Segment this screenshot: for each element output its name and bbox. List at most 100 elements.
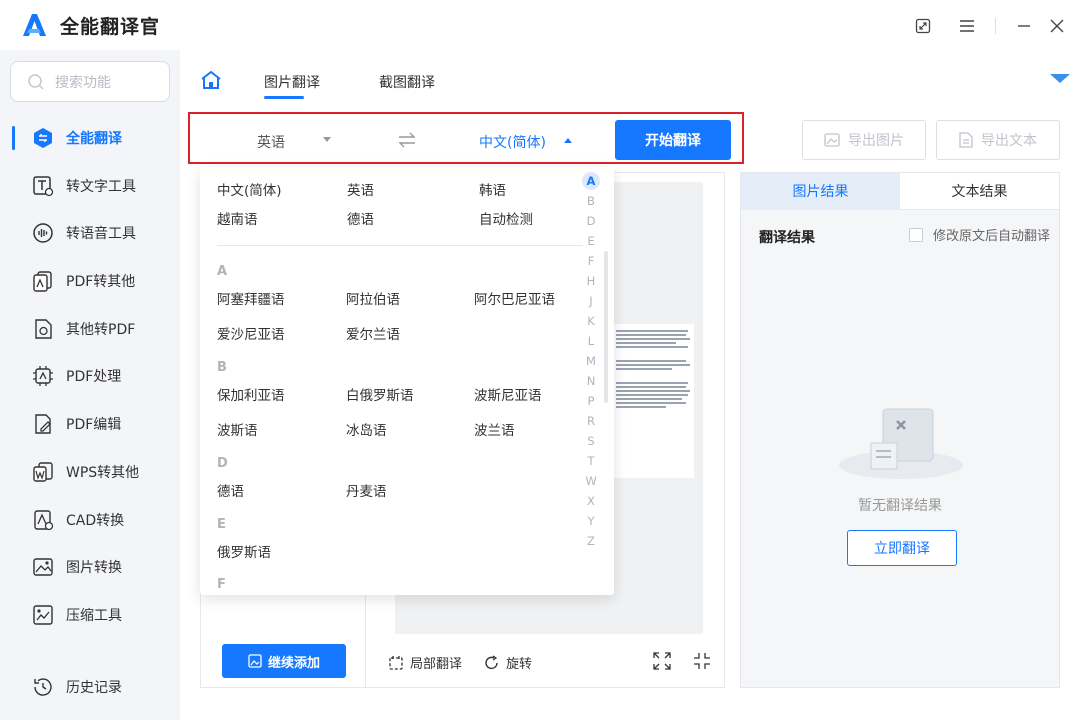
language-option[interactable]: 德语 xyxy=(347,208,374,228)
group-header-a: A xyxy=(217,264,228,279)
sidebar-item-label: 历史记录 xyxy=(66,680,122,696)
language-option[interactable]: 冰岛语 xyxy=(346,419,387,439)
language-option[interactable]: 韩语 xyxy=(479,179,506,199)
alphabet-index-item[interactable]: S xyxy=(582,432,600,450)
brand: 全能翻译官 xyxy=(20,11,160,39)
image-convert-icon xyxy=(32,556,54,578)
tab-screenshot-translate[interactable]: 截图翻译 xyxy=(379,72,435,92)
sidebar-item-label: PDF处理 xyxy=(66,369,122,385)
export-image-button[interactable]: 导出图片 xyxy=(802,120,926,160)
pdf-edit-icon xyxy=(32,413,54,435)
alphabet-index-item[interactable]: P xyxy=(582,392,600,410)
export-text-button[interactable]: 导出文本 xyxy=(936,120,1060,160)
language-option[interactable]: 白俄罗斯语 xyxy=(346,384,414,404)
export-image-label: 导出图片 xyxy=(848,133,904,149)
tab-text-result[interactable]: 文本结果 xyxy=(900,173,1059,210)
alphabet-index-item[interactable]: L xyxy=(582,332,600,350)
alphabet-index-item[interactable]: T xyxy=(582,452,600,470)
sidebar-item-label: 转文字工具 xyxy=(66,179,136,195)
group-header-f: F xyxy=(217,577,226,592)
alphabet-index-item[interactable]: E xyxy=(582,232,600,250)
tab-image-result[interactable]: 图片结果 xyxy=(741,173,900,210)
alphabet-index-item[interactable]: Y xyxy=(582,512,600,530)
source-language-select[interactable]: 英语 xyxy=(257,132,331,152)
language-option[interactable]: 俄罗斯语 xyxy=(217,541,271,561)
divider xyxy=(217,245,583,246)
language-option[interactable]: 丹麦语 xyxy=(346,480,387,500)
alphabet-index-item[interactable]: R xyxy=(582,412,600,430)
language-option[interactable]: 阿塞拜疆语 xyxy=(217,288,285,308)
minimize-icon[interactable] xyxy=(1012,14,1036,38)
rotate-icon xyxy=(485,654,498,669)
sidebar-item-pdf-process[interactable]: PDF处理 xyxy=(0,356,180,396)
sidebar-item-pdf-edit[interactable]: PDF编辑 xyxy=(0,404,180,444)
sidebar-item-wps[interactable]: WPS转其他 xyxy=(0,452,180,492)
alphabet-index-item[interactable]: D xyxy=(582,212,600,230)
language-option[interactable]: 阿拉伯语 xyxy=(346,288,400,308)
alphabet-index-item[interactable]: A xyxy=(582,172,600,190)
pdf-process-icon xyxy=(32,365,54,387)
dropdown-scrollbar[interactable] xyxy=(604,251,608,403)
language-option[interactable]: 爱沙尼亚语 xyxy=(217,323,285,343)
language-option[interactable]: 德语 xyxy=(217,480,244,500)
menu-icon[interactable] xyxy=(955,14,979,38)
language-option[interactable]: 波斯语 xyxy=(217,419,258,439)
alphabet-index-item[interactable]: J xyxy=(582,292,600,310)
minimize-to-tray-icon[interactable] xyxy=(911,14,935,38)
sidebar-item-compress[interactable]: 压缩工具 xyxy=(0,595,180,635)
alphabet-index-item[interactable]: K xyxy=(582,312,600,330)
language-option[interactable]: 波斯尼亚语 xyxy=(474,384,542,404)
language-option[interactable]: 英语 xyxy=(347,179,374,199)
close-icon[interactable] xyxy=(1045,14,1069,38)
alphabet-index-item[interactable]: M xyxy=(582,352,600,370)
checkbox-box[interactable] xyxy=(909,227,923,242)
alphabet-index-item[interactable]: X xyxy=(582,492,600,510)
language-dropdown: 中文(简体) 英语 韩语 越南语 德语 自动检测 A 阿塞拜疆语 阿拉伯语 阿尔… xyxy=(200,167,614,595)
alphabet-index-item[interactable]: F xyxy=(582,252,600,270)
sidebar-item-label: WPS转其他 xyxy=(66,465,140,481)
sidebar-item-translate[interactable]: 全能翻译 xyxy=(0,118,180,158)
swap-languages-icon[interactable] xyxy=(398,132,416,148)
language-option[interactable]: 越南语 xyxy=(217,208,258,228)
tab-image-translate[interactable]: 图片翻译 xyxy=(264,72,320,92)
sidebar-item-voice[interactable]: 转语音工具 xyxy=(0,213,180,253)
group-header-e: E xyxy=(217,517,226,532)
language-option[interactable]: 波兰语 xyxy=(474,419,515,439)
sidebar-item-history[interactable]: 历史记录 xyxy=(0,667,180,707)
language-option[interactable]: 中文(简体) xyxy=(217,179,282,199)
sidebar-item-image-convert[interactable]: 图片转换 xyxy=(0,547,180,587)
rotate-button[interactable]: 旋转 xyxy=(484,653,532,672)
alphabet-index-item[interactable]: W xyxy=(582,472,600,490)
alphabet-index-item[interactable]: B xyxy=(582,192,600,210)
tab-underline xyxy=(264,96,304,99)
target-language-select[interactable]: 中文(简体) xyxy=(479,132,572,152)
partial-translate-button[interactable]: 局部翻译 xyxy=(388,653,462,672)
start-translate-button[interactable]: 开始翻译 xyxy=(615,120,731,160)
image-icon xyxy=(824,133,840,147)
alphabet-index-item[interactable]: N xyxy=(582,372,600,390)
shrink-icon[interactable] xyxy=(692,651,712,671)
sidebar-item-to-pdf[interactable]: 其他转PDF xyxy=(0,309,180,349)
collapse-triangle-icon[interactable] xyxy=(1050,74,1070,83)
alphabet-index-item[interactable]: Z xyxy=(582,532,600,550)
add-more-button[interactable]: 继续添加 xyxy=(222,644,346,678)
sidebar-item-pdf-export[interactable]: PDF转其他 xyxy=(0,261,180,301)
sidebar: 搜索功能 全能翻译 转文字工具 转语音工具 PDF转其他 其他转PDF PDF处… xyxy=(0,50,180,720)
auto-translate-checkbox[interactable]: 修改原文后自动翻译 xyxy=(909,225,1050,244)
sidebar-item-cad[interactable]: CAD转换 xyxy=(0,500,180,540)
sidebar-item-label: PDF编辑 xyxy=(66,417,122,433)
language-option[interactable]: 自动检测 xyxy=(479,208,533,228)
language-option[interactable]: 爱尔兰语 xyxy=(346,323,400,343)
language-option[interactable]: 保加利亚语 xyxy=(217,384,285,404)
translate-now-button[interactable]: 立即翻译 xyxy=(847,530,957,566)
translate-icon xyxy=(32,127,54,149)
export-text-label: 导出文本 xyxy=(981,133,1037,149)
expand-icon[interactable] xyxy=(652,651,672,671)
search-input[interactable]: 搜索功能 xyxy=(10,61,170,102)
pdf-export-icon xyxy=(32,270,54,292)
language-option[interactable]: 阿尔巴尼亚语 xyxy=(474,288,555,308)
sidebar-item-text-convert[interactable]: 转文字工具 xyxy=(0,166,180,206)
alphabet-index-item[interactable]: H xyxy=(582,272,600,290)
target-language-label: 中文(简体) xyxy=(479,135,546,151)
home-icon[interactable] xyxy=(200,70,222,90)
